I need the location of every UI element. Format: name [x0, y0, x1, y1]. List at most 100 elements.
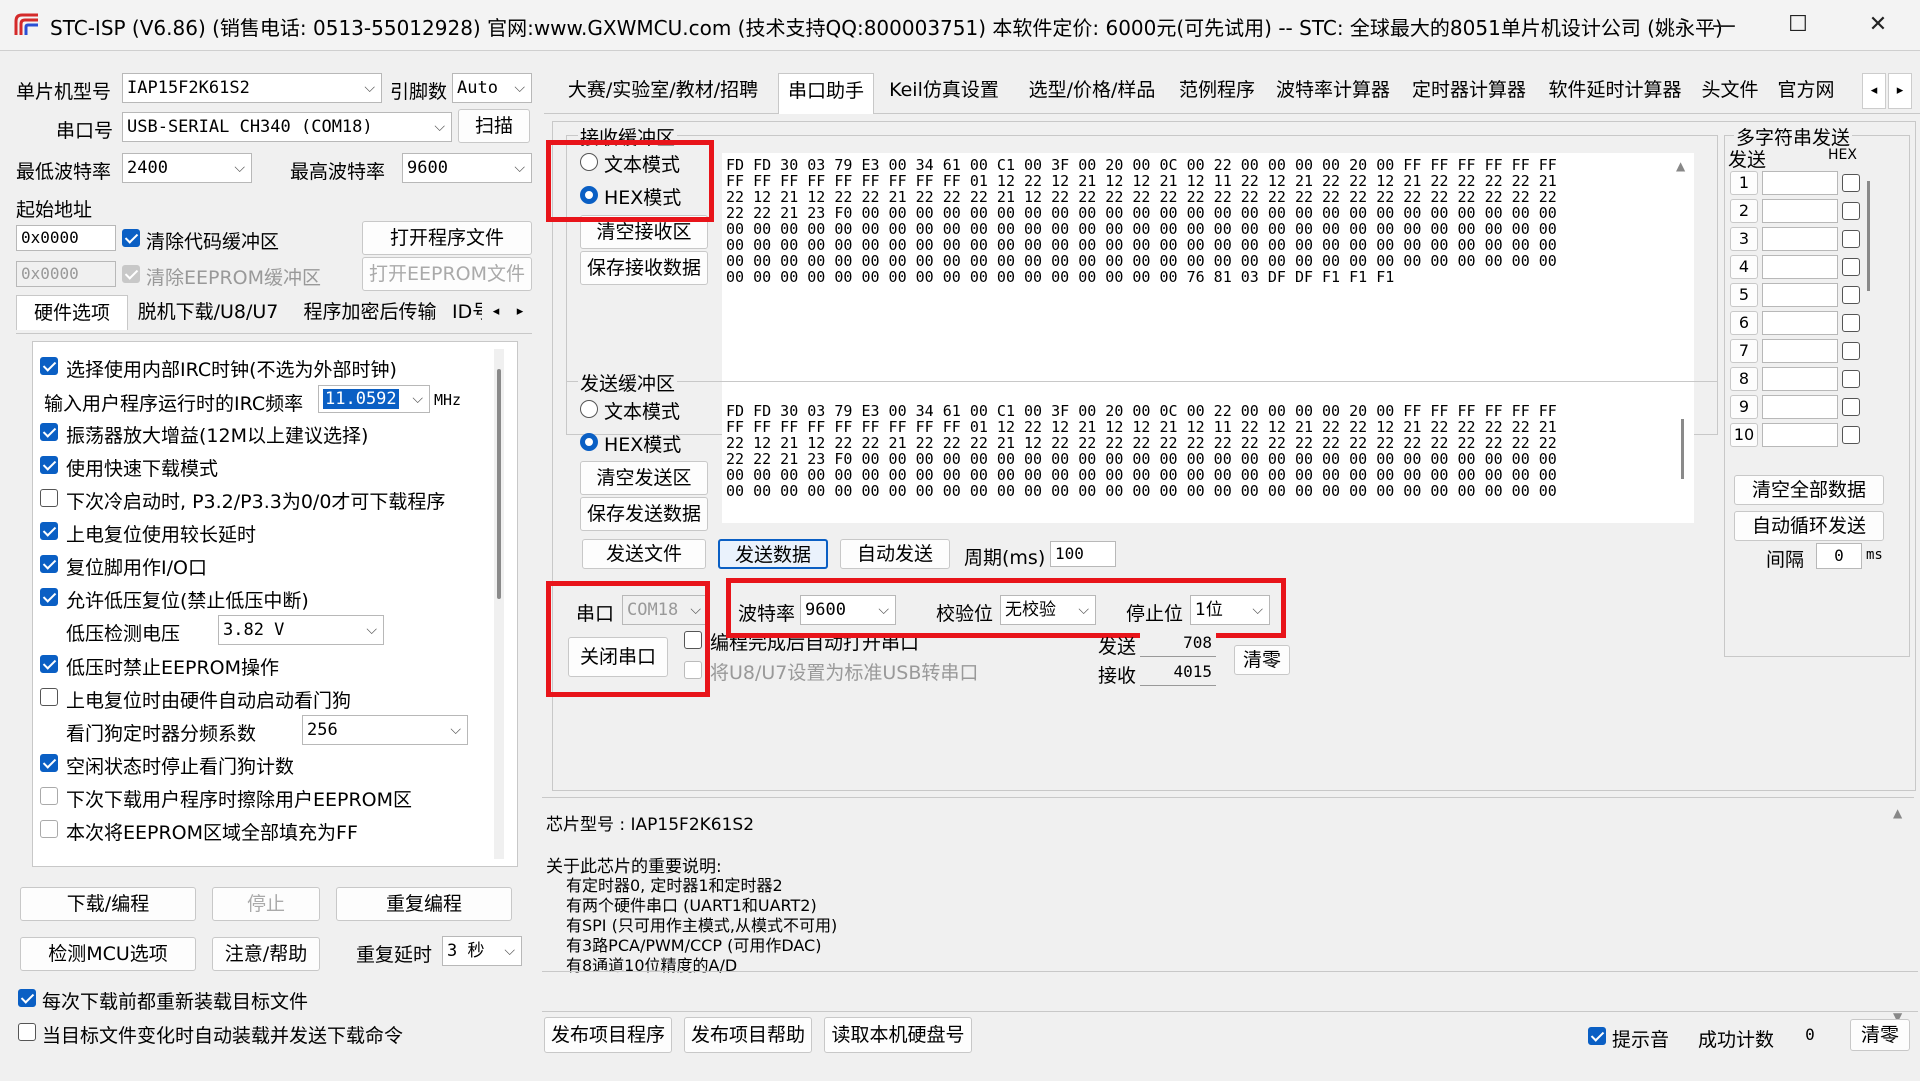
multi-hex-checkbox-5[interactable] [1842, 286, 1860, 304]
multi-send-button-10[interactable]: 10 [1730, 423, 1758, 447]
low-voltage-reset-checkbox[interactable] [40, 588, 58, 606]
clear-code-checkbox[interactable] [122, 229, 140, 247]
tab-scroll-right-icon[interactable]: ▸ [1888, 73, 1912, 109]
tab-delay-calc[interactable]: 软件延时计算器 [1538, 73, 1692, 107]
multi-send-button-1[interactable]: 1 [1730, 171, 1758, 195]
period-input[interactable]: 100 [1050, 541, 1116, 567]
save-send-button[interactable]: 保存发送数据 [580, 497, 708, 531]
multi-send-button-8[interactable]: 8 [1730, 367, 1758, 391]
multi-send-button-2[interactable]: 2 [1730, 199, 1758, 223]
multi-send-button-6[interactable]: 6 [1730, 311, 1758, 335]
multi-hex-checkbox-9[interactable] [1842, 398, 1860, 416]
tab-scroll-left-icon[interactable]: ◂ [486, 295, 506, 329]
osc-gain-checkbox[interactable] [40, 423, 58, 441]
beep-checkbox[interactable] [1588, 1027, 1606, 1045]
publish-program-button[interactable]: 发布项目程序 [544, 1017, 672, 1053]
publish-help-button[interactable]: 发布项目帮助 [684, 1017, 812, 1053]
auto-send-button[interactable]: 自动发送 [840, 539, 950, 569]
read-disk-id-button[interactable]: 读取本机硬盘号 [824, 1017, 972, 1053]
multi-hex-checkbox-2[interactable] [1842, 202, 1860, 220]
tab-keil-sim[interactable]: Keil仿真设置 [874, 73, 1014, 107]
long-reset-delay-checkbox[interactable] [40, 522, 58, 540]
multi-string-input-7[interactable] [1762, 339, 1838, 363]
maximize-button[interactable]: ☐ [1780, 8, 1816, 42]
mcu-type-select[interactable]: IAP15F2K61S2 ⌵ [122, 73, 382, 103]
multi-string-input-9[interactable] [1762, 395, 1838, 419]
multi-send-button-3[interactable]: 3 [1730, 227, 1758, 251]
idle-stop-wdt-checkbox[interactable] [40, 754, 58, 772]
help-button[interactable]: 注意/帮助 [212, 937, 320, 971]
reset-pin-io-checkbox[interactable] [40, 555, 58, 573]
interval-input[interactable]: 0 [1816, 543, 1862, 569]
tab-timer-calc[interactable]: 定时器计算器 [1402, 73, 1536, 107]
close-button[interactable]: ✕ [1860, 8, 1896, 42]
stop-button[interactable]: 停止 [212, 887, 320, 921]
reload-file-checkbox[interactable] [18, 989, 36, 1007]
tab-offline-download[interactable]: 脱机下载/U8/U7 [128, 295, 288, 329]
open-eeprom-button[interactable]: 打开EEPROM文件 [362, 257, 532, 291]
multi-string-input-8[interactable] [1762, 367, 1838, 391]
send-data-button[interactable]: 发送数据 [718, 539, 828, 569]
multi-string-input-2[interactable] [1762, 199, 1838, 223]
tab-official[interactable]: 官方网 [1768, 73, 1844, 107]
multi-string-input-3[interactable] [1762, 227, 1838, 251]
reprogram-button[interactable]: 重复编程 [336, 887, 512, 921]
tab-serial-assistant[interactable]: 串口助手 [778, 73, 874, 114]
clear-send-button[interactable]: 清空发送区 [580, 461, 708, 495]
multi-hex-checkbox-7[interactable] [1842, 342, 1860, 360]
max-baud-select[interactable]: 9600 ⌵ [402, 153, 532, 183]
min-baud-select[interactable]: 2400 ⌵ [122, 153, 252, 183]
multi-send-button-5[interactable]: 5 [1730, 283, 1758, 307]
send-hex-text[interactable]: FD FD 30 03 79 E3 00 34 61 00 C1 00 3F 0… [722, 399, 1694, 523]
tab-header-file[interactable]: 头文件 [1694, 73, 1766, 107]
auto-watchdog-checkbox[interactable] [40, 688, 58, 706]
options-scrollbar[interactable] [494, 349, 504, 859]
multi-send-button-4[interactable]: 4 [1730, 255, 1758, 279]
send-file-button[interactable]: 发送文件 [582, 539, 706, 569]
internal-irc-checkbox[interactable] [40, 357, 58, 375]
multi-string-input-10[interactable] [1762, 423, 1838, 447]
loop-send-button[interactable]: 自动循环发送 [1734, 511, 1884, 541]
eeprom-address-input[interactable]: 0x0000 [16, 261, 116, 287]
info-scrollbar[interactable]: ▲ ▼ [1888, 804, 1910, 1024]
multi-hex-checkbox-1[interactable] [1842, 174, 1860, 192]
irc-frequency-select[interactable]: 11.0592 ⌵ [318, 385, 430, 413]
erase-eeprom-checkbox[interactable] [40, 787, 58, 805]
pin-count-select[interactable]: Auto ⌵ [452, 73, 532, 103]
multi-string-input-4[interactable] [1762, 255, 1838, 279]
scan-button[interactable]: 扫描 [458, 109, 530, 143]
fill-eeprom-checkbox[interactable] [40, 820, 58, 838]
tab-scroll-left-icon[interactable]: ◂ [1862, 73, 1886, 109]
minimize-button[interactable]: — [1706, 8, 1742, 42]
download-button[interactable]: 下载/编程 [20, 887, 196, 921]
multi-hex-checkbox-3[interactable] [1842, 230, 1860, 248]
multi-string-scrollbar[interactable] [1864, 171, 1874, 451]
multi-hex-checkbox-10[interactable] [1842, 426, 1860, 444]
repeat-delay-select[interactable]: 3 秒 ⌵ [442, 936, 522, 966]
clear-all-button[interactable]: 清空全部数据 [1734, 475, 1884, 505]
lv-eeprom-checkbox[interactable] [40, 655, 58, 673]
tab-baud-calc[interactable]: 波特率计算器 [1266, 73, 1400, 107]
auto-reload-checkbox[interactable] [18, 1023, 36, 1041]
code-address-input[interactable]: 0x0000 [16, 225, 116, 251]
multi-send-button-7[interactable]: 7 [1730, 339, 1758, 363]
fast-download-checkbox[interactable] [40, 456, 58, 474]
multi-hex-checkbox-8[interactable] [1842, 370, 1860, 388]
send-scrollbar[interactable] [1676, 399, 1690, 519]
open-program-button[interactable]: 打开程序文件 [362, 221, 532, 255]
tab-contest[interactable]: 大赛/实验室/教材/招聘 [550, 73, 776, 107]
multi-string-input-1[interactable] [1762, 171, 1838, 195]
serial-port-select[interactable]: USB-SERIAL CH340 (COM18) ⌵ [122, 112, 452, 142]
tab-encrypt[interactable]: 程序加密后传输 [290, 295, 450, 329]
multi-hex-checkbox-4[interactable] [1842, 258, 1860, 276]
cold-start-checkbox[interactable] [40, 489, 58, 507]
save-receive-button[interactable]: 保存接收数据 [580, 251, 708, 285]
send-text-mode-radio[interactable] [580, 400, 598, 418]
tab-hardware-options[interactable]: 硬件选项 [16, 295, 128, 330]
multi-string-input-6[interactable] [1762, 311, 1838, 335]
clear-count-button[interactable]: 清零 [1234, 645, 1290, 675]
send-hex-mode-radio[interactable] [580, 433, 598, 451]
lv-detect-select[interactable]: 3.82 V ⌵ [218, 615, 384, 645]
multi-string-input-5[interactable] [1762, 283, 1838, 307]
clear-eeprom-checkbox[interactable] [122, 265, 140, 283]
